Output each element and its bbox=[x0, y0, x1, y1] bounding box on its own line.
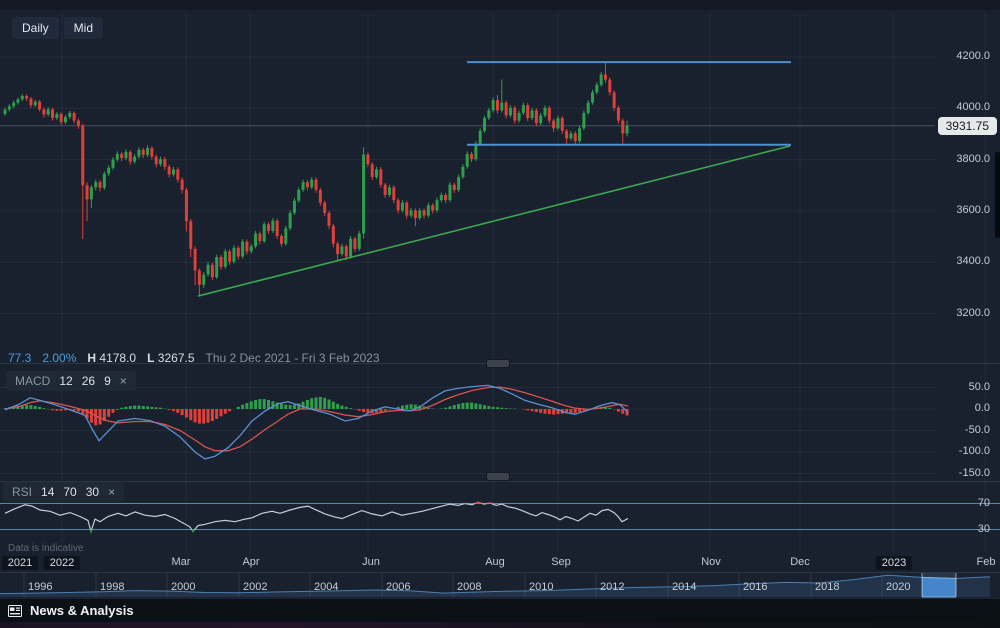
rsi-param-oversold: 30 bbox=[86, 485, 99, 499]
time-axis-label: Mar bbox=[172, 556, 191, 568]
timeframe-button[interactable]: Daily bbox=[12, 17, 59, 39]
macd-header[interactable]: MACD 12 26 9 × bbox=[6, 371, 136, 391]
navigator-year-label: 2014 bbox=[672, 581, 696, 593]
macd-axis-tick: -100.0 bbox=[920, 445, 990, 457]
rsi-name: RSI bbox=[12, 485, 32, 499]
scrollbar-thumb[interactable] bbox=[995, 152, 1000, 238]
navigator-year-label: 2012 bbox=[600, 581, 624, 593]
time-axis-label: 2021 bbox=[2, 556, 38, 570]
current-price-badge: 3931.75 bbox=[938, 117, 997, 135]
time-axis-label: Nov bbox=[701, 556, 721, 568]
time-axis-label: Dec bbox=[790, 556, 810, 568]
trading-chart-screen: Daily Mid 77.3 2.00% H 4178.0 L 3267.5 T… bbox=[0, 0, 1000, 628]
low-value: L 3267.5 bbox=[147, 351, 194, 365]
time-axis-label: Jun bbox=[362, 556, 380, 568]
navigator-year-label: 1996 bbox=[28, 581, 52, 593]
high-label: H bbox=[87, 351, 96, 365]
macd-param-slow: 26 bbox=[82, 374, 95, 388]
high-value: H 4178.0 bbox=[87, 351, 136, 365]
navigator-year-label: 2004 bbox=[314, 581, 338, 593]
navigator-year-label: 2010 bbox=[529, 581, 553, 593]
ohlc-info-bar: 77.3 2.00% H 4178.0 L 3267.5 Thu 2 Dec 2… bbox=[8, 351, 380, 365]
macd-axis-tick: -150.0 bbox=[920, 467, 990, 479]
date-range: Thu 2 Dec 2021 - Fri 3 Feb 2023 bbox=[206, 351, 380, 365]
price-axis-tick: 3600.0 bbox=[920, 204, 990, 216]
macd-name: MACD bbox=[15, 374, 50, 388]
rsi-axis-tick: 70 bbox=[920, 497, 990, 509]
macd-axis-tick: 0.0 bbox=[920, 402, 990, 414]
price-axis-tick: 3400.0 bbox=[920, 255, 990, 267]
news-analysis-bar[interactable]: News & Analysis bbox=[0, 598, 1000, 622]
rsi-param-period: 14 bbox=[41, 485, 54, 499]
price-axis-tick: 4000.0 bbox=[920, 101, 990, 113]
data-indicative-note: Data is indicative bbox=[8, 543, 84, 554]
low-label: L bbox=[147, 351, 154, 365]
macd-param-signal: 9 bbox=[104, 374, 111, 388]
time-axis-label: Feb bbox=[977, 556, 996, 568]
price-axis-tick: 3200.0 bbox=[920, 307, 990, 319]
chart-canvas[interactable] bbox=[0, 0, 1000, 628]
close-icon[interactable]: × bbox=[108, 485, 115, 499]
time-axis-label: 2023 bbox=[876, 556, 912, 570]
rsi-param-overbought: 70 bbox=[63, 485, 76, 499]
macd-axis-tick: 50.0 bbox=[920, 381, 990, 393]
newspaper-icon bbox=[8, 605, 22, 617]
time-axis-label: Apr bbox=[242, 556, 259, 568]
macd-param-fast: 12 bbox=[59, 374, 72, 388]
navigator-year-label: 2008 bbox=[457, 581, 481, 593]
time-axis-label: Aug bbox=[485, 556, 505, 568]
navigator-year-label: 2002 bbox=[243, 581, 267, 593]
rsi-header[interactable]: RSI 14 70 30 × bbox=[3, 482, 124, 502]
rsi-axis-tick: 30 bbox=[920, 523, 990, 535]
price-axis-tick: 3800.0 bbox=[920, 153, 990, 165]
navigator-selection[interactable] bbox=[922, 573, 956, 597]
navigator-year-label: 2016 bbox=[743, 581, 767, 593]
navigator-year-label: 2006 bbox=[386, 581, 410, 593]
close-icon[interactable]: × bbox=[120, 374, 127, 388]
news-analysis-label: News & Analysis bbox=[30, 603, 134, 618]
change-percent: 2.00% bbox=[42, 351, 76, 365]
navigator-year-label: 1998 bbox=[100, 581, 124, 593]
navigator-year-label: 2020 bbox=[886, 581, 910, 593]
time-axis-label: 2022 bbox=[44, 556, 80, 570]
panel-resize-handle[interactable] bbox=[486, 359, 510, 368]
price-type-button[interactable]: Mid bbox=[64, 17, 103, 39]
change-value: 77.3 bbox=[8, 351, 31, 365]
macd-axis-tick: -50.0 bbox=[920, 424, 990, 436]
panel-resize-handle[interactable] bbox=[486, 472, 510, 481]
time-axis-label: Sep bbox=[551, 556, 571, 568]
bottom-accent-strip bbox=[0, 622, 1000, 628]
price-axis-tick: 4200.0 bbox=[920, 50, 990, 62]
chart-toolbar: Daily Mid bbox=[12, 17, 103, 39]
navigator-year-label: 2000 bbox=[171, 581, 195, 593]
navigator-year-label: 2018 bbox=[815, 581, 839, 593]
